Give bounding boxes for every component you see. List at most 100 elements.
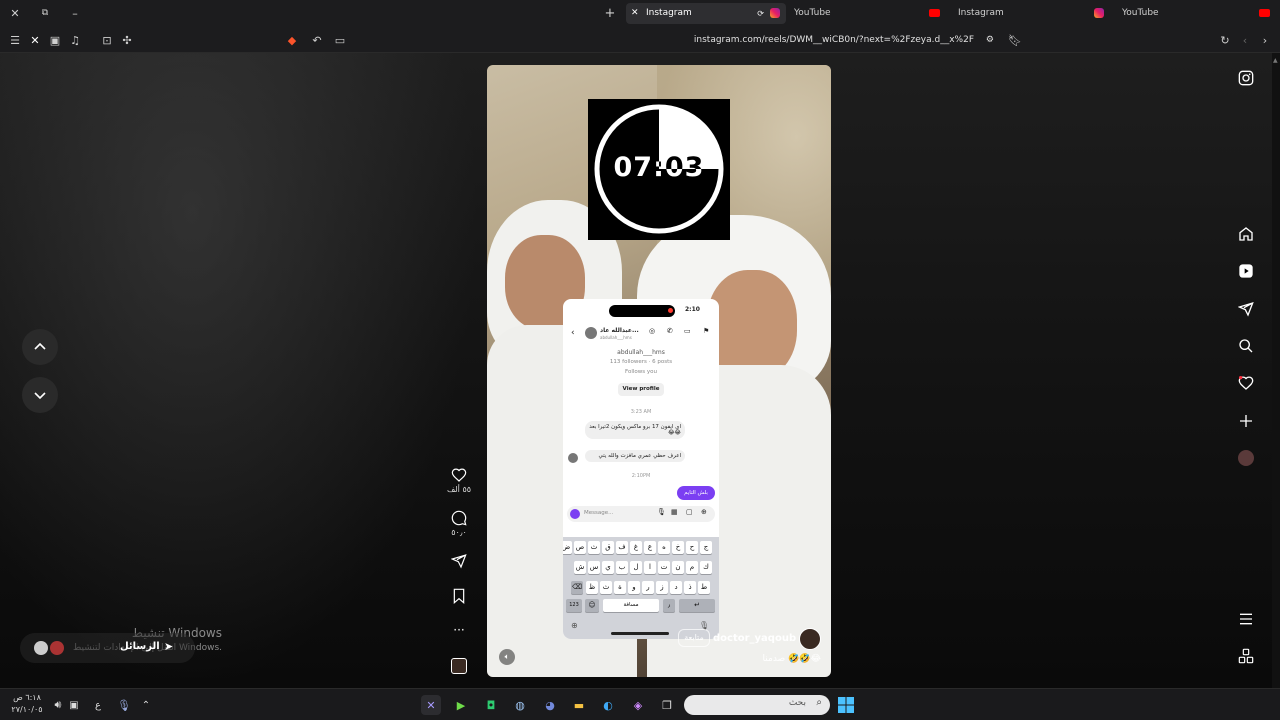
- like-button[interactable]: ٥٥ ألف: [444, 467, 474, 494]
- profile-handle: abdullah___hms: [617, 349, 665, 356]
- task-view-icon[interactable]: ❐: [657, 695, 677, 715]
- cast-icon[interactable]: ⟳: [757, 3, 764, 24]
- messages-bar[interactable]: الرسائل ➤: [20, 633, 195, 663]
- more-menu-icon[interactable]: [1234, 607, 1258, 631]
- tab-label: YouTube: [794, 8, 831, 18]
- sticker-icon: ◎: [649, 327, 656, 335]
- forward-icon[interactable]: ›: [1258, 32, 1272, 48]
- tab-instagram[interactable]: ✕ Instagram ⟳: [626, 3, 786, 24]
- bookmark-icon: [453, 588, 465, 604]
- notifications-icon[interactable]: [1234, 371, 1258, 395]
- messages-icon[interactable]: [1234, 297, 1258, 321]
- back-icon[interactable]: ‹: [1238, 32, 1252, 48]
- send-icon: ➤: [164, 640, 174, 653]
- edge-icon[interactable]: ◐: [598, 695, 618, 715]
- app-icon-media[interactable]: ▶: [451, 695, 471, 715]
- music-icon[interactable]: ♫: [68, 32, 82, 48]
- language-indicator[interactable]: ع: [88, 695, 108, 715]
- file-explorer-icon[interactable]: ▬: [569, 695, 589, 715]
- chevron-up-icon[interactable]: ⌃: [136, 695, 156, 715]
- tab-instagram-2[interactable]: Instagram: [950, 3, 1110, 24]
- clock-date[interactable]: ٢٧/١٠/٠٥: [10, 705, 44, 714]
- sticker-icon: ▢: [686, 508, 693, 516]
- share-button[interactable]: [444, 553, 474, 569]
- close-window-icon[interactable]: ✕: [8, 5, 22, 21]
- reels-page: تنشيط Windows انتقل إلى الإعدادات لتنشيط…: [0, 53, 1280, 688]
- address-bar[interactable]: instagram.com/reels/DWM__wiCB0n/?next=%2…: [440, 30, 1000, 50]
- screenshot-icon[interactable]: ⊡: [100, 32, 114, 48]
- minimize-icon[interactable]: –: [68, 5, 82, 21]
- sidebar-icon[interactable]: ▣: [48, 32, 62, 48]
- copilot-icon[interactable]: ◈: [628, 695, 648, 715]
- profile-stats: 113 followers · 6 posts: [609, 359, 673, 365]
- reels-icon[interactable]: [1234, 259, 1258, 283]
- keyboard-key: غ: [630, 541, 642, 554]
- search-icon[interactable]: [1234, 334, 1258, 358]
- bookmark-icon[interactable]: 🔖︎: [1008, 32, 1022, 48]
- audio-thumbnail[interactable]: [451, 658, 467, 674]
- timer-display: 07:03: [613, 152, 705, 183]
- keyboard-key: ش: [574, 561, 586, 574]
- network-icon[interactable]: ▣: [64, 695, 84, 715]
- close-tab-icon[interactable]: ✕: [631, 3, 639, 24]
- video-call-icon: ▭: [684, 327, 691, 335]
- clock-time[interactable]: ٦:١٨ ص: [10, 693, 44, 702]
- keyboard-key: ة: [614, 581, 626, 594]
- browser-toolbar: ☰ ✕ ▣ ♫ ⊡ ✣ ◆ ↶ ▭ instagram.com/reels/DW…: [0, 27, 1280, 53]
- keyboard-key: ذ: [684, 581, 696, 594]
- search-placeholder: بحث: [788, 698, 806, 708]
- reload-icon[interactable]: ↻: [1218, 32, 1232, 48]
- username-link[interactable]: doctor_yaqoub: [713, 633, 796, 644]
- follow-button[interactable]: متابعة: [678, 629, 710, 647]
- backspace-key-icon: ⌫: [571, 581, 583, 594]
- next-reel-button[interactable]: [22, 377, 58, 413]
- reader-icon[interactable]: ▭: [333, 32, 347, 48]
- profile-avatar[interactable]: [1234, 446, 1258, 470]
- keyboard-key: د: [670, 581, 682, 594]
- message-bubble-received: اي ايفون 17 برو ماكس ويكون 2تيرا بعد 😂😂: [585, 421, 685, 439]
- app-icon-steam[interactable]: ◍: [510, 695, 530, 715]
- comment-button[interactable]: ٥٠٫٠: [444, 510, 474, 537]
- keyboard-key: ع: [644, 541, 656, 554]
- reel-video[interactable]: 07:03 2:10 ‹ عبدالله عاد... abdullah___h…: [487, 65, 831, 677]
- keyboard-key: ض: [563, 541, 572, 554]
- follows-you-label: Follows you: [625, 369, 657, 375]
- save-button[interactable]: [444, 588, 474, 604]
- app-icon-chat[interactable]: ◘: [481, 695, 501, 715]
- mute-icon[interactable]: 🔈︎: [499, 649, 515, 665]
- contact-handle: abdullah___hms: [600, 335, 632, 340]
- start-button[interactable]: [836, 695, 856, 715]
- tab-youtube[interactable]: YouTube: [786, 3, 946, 24]
- phone-call-icon: ✆: [667, 327, 673, 335]
- meta-apps-icon[interactable]: [1234, 644, 1258, 668]
- site-settings-icon[interactable]: ⚙: [986, 30, 994, 50]
- tab-youtube-2[interactable]: YouTube: [1114, 3, 1274, 24]
- avatar[interactable]: [799, 628, 821, 650]
- extensions-icon[interactable]: ✣: [120, 32, 134, 48]
- youtube-favicon-icon: [929, 9, 940, 17]
- message-placeholder: Message...: [584, 510, 614, 516]
- undo-icon[interactable]: ↶: [310, 32, 324, 48]
- more-options-icon[interactable]: ···: [444, 623, 474, 637]
- app-logo-icon[interactable]: ✕: [28, 32, 42, 48]
- scrollbar[interactable]: ▲: [1272, 53, 1280, 688]
- timestamp: 2:10PM: [631, 473, 651, 479]
- microphone-icon[interactable]: 🎙︎: [114, 695, 134, 715]
- restore-icon[interactable]: ⧉: [38, 5, 52, 21]
- plus-icon: ⊕: [701, 508, 707, 516]
- app-icon-browser[interactable]: ✕: [421, 695, 441, 715]
- new-tab-icon[interactable]: +: [603, 5, 617, 21]
- home-icon[interactable]: [1234, 222, 1258, 246]
- tab-bar: ✕ ⧉ – + ✕ Instagram ⟳ YouTube Instagram …: [0, 0, 1280, 27]
- instagram-logo-icon[interactable]: [1234, 66, 1258, 90]
- menu-icon[interactable]: ☰: [8, 32, 22, 48]
- keyboard-key: ب: [616, 561, 628, 574]
- shield-icon[interactable]: ◆: [285, 32, 299, 48]
- mic-icon: 🎙︎: [657, 508, 666, 516]
- tab-label: Instagram: [646, 8, 692, 18]
- taskbar-search[interactable]: بحث ⌕: [684, 695, 830, 715]
- keyboard-key: ي: [602, 561, 614, 574]
- create-icon[interactable]: [1234, 409, 1258, 433]
- app-icon-discord[interactable]: ◕: [540, 695, 560, 715]
- previous-reel-button[interactable]: [22, 329, 58, 365]
